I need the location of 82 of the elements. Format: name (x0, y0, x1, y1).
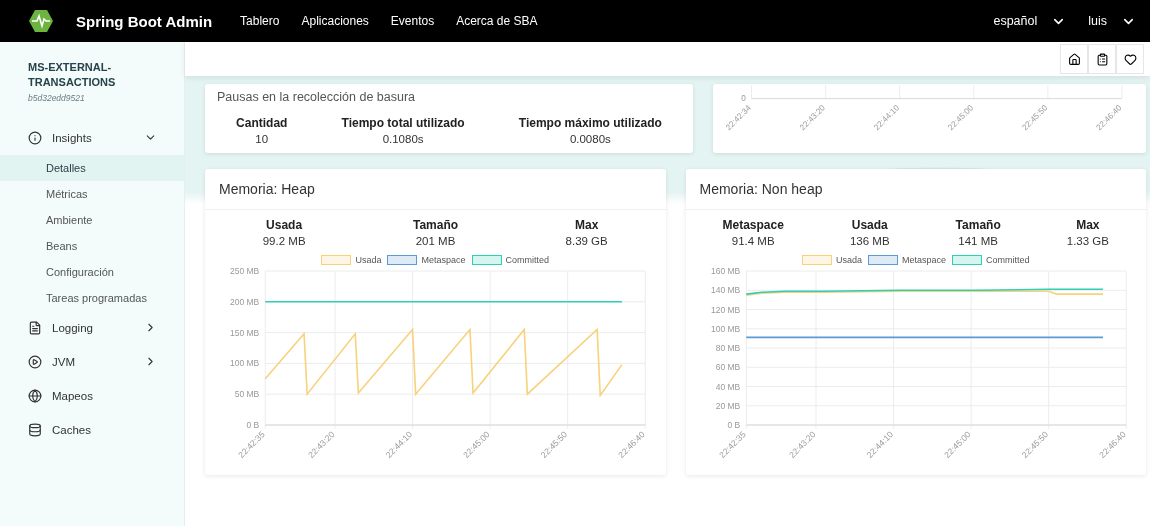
user-dropdown[interactable]: luis (1088, 13, 1136, 29)
clipboard-icon (1095, 52, 1109, 66)
stat-value: 136 MB (849, 235, 890, 247)
axis-label: 140 MB (710, 285, 740, 296)
stat-label: Tiempo total utilizado (341, 116, 465, 130)
legend-swatch (471, 255, 502, 265)
axis-label: 60 MB (715, 362, 740, 373)
stat-value: 99.2 MB (262, 235, 306, 247)
database-icon (28, 422, 42, 437)
legend-label[interactable]: Metaspace (902, 255, 946, 265)
sidebar-item[interactable]: Caches (0, 412, 184, 447)
axis-label: 200 MB (229, 296, 260, 307)
axis-label: 100 MB (710, 323, 740, 334)
legend-label[interactable]: Metaspace (421, 255, 466, 265)
axis-label: 120 MB (710, 304, 740, 315)
card-title: Memoria: Heap (205, 169, 666, 210)
axis-label: 80 MB (715, 343, 740, 353)
stat-value: 201 MB (415, 235, 456, 247)
globe-icon (28, 388, 42, 403)
sidebar-subitem[interactable]: Tareas programadas (0, 284, 184, 311)
stat-value: 0.1080s (382, 133, 424, 145)
stat-label: Tamaño (955, 218, 1001, 232)
sidebar-item[interactable]: JVM (0, 344, 184, 379)
application-name: MS-EXTERNAL-TRANSACTIONS (27, 60, 117, 90)
legend-swatch (321, 255, 352, 265)
stat-value: 8.39 GB (565, 235, 608, 247)
card-title: Memoria: Non heap (685, 169, 1146, 210)
home-button[interactable] (1060, 44, 1088, 74)
stat-label: Max (1076, 218, 1100, 232)
axis-label: 40 MB (715, 381, 740, 392)
language-dropdown[interactable]: español (993, 13, 1067, 29)
stat-value: 1.33 GB (1066, 235, 1109, 247)
info-icon (28, 130, 42, 145)
axis-label: 160 MB (710, 266, 740, 276)
clipboard-button[interactable] (1088, 44, 1116, 74)
instance-id: b5d32edd9521 (27, 91, 86, 105)
axis-label: 50 MB (234, 389, 260, 400)
stat-label: Tamaño (413, 218, 459, 232)
play-icon (28, 354, 42, 369)
legend-label[interactable]: Committed (505, 255, 550, 265)
home-icon (1067, 52, 1081, 66)
axis-label: 0 B (727, 420, 740, 430)
sidebar-subitem[interactable]: Métricas (0, 180, 184, 207)
legend-label[interactable]: Usada (835, 255, 862, 265)
sidebar-subitem[interactable]: Detalles (0, 154, 184, 181)
document-icon (28, 320, 42, 335)
sidebar-item[interactable]: Insights (0, 120, 184, 155)
stat-value: 0.0080s (569, 133, 611, 145)
stat-value: 91.4 MB (731, 235, 775, 247)
legend-swatch (952, 255, 982, 265)
axis-label: 150 MB (229, 327, 260, 338)
stat-value: 141 MB (958, 235, 998, 247)
card-title: Pausas en la recolección de basura (216, 89, 417, 106)
stat-label: Max (574, 218, 599, 232)
legend-label[interactable]: Usada (355, 255, 382, 265)
stat-label: Usada (851, 218, 888, 232)
sidebar-subitem[interactable]: Beans (0, 232, 184, 259)
nav-link[interactable]: Tablero (240, 14, 280, 28)
nav-link[interactable]: Acerca de SBA (456, 14, 538, 28)
sidebar-item[interactable]: Mapeos (0, 378, 184, 413)
stat-label: Metaspace (722, 218, 784, 232)
heart-icon (1123, 52, 1137, 66)
axis-label: 250 MB (229, 266, 260, 276)
axis-label: 20 MB (715, 400, 740, 411)
sidebar-item[interactable]: Logging (0, 310, 184, 345)
sidebar-subitem[interactable]: Configuración (0, 258, 184, 285)
stat-label: Cantidad (236, 116, 288, 130)
legend-swatch (868, 255, 898, 265)
logo-icon (28, 9, 54, 33)
nav-link[interactable]: Eventos (390, 14, 435, 28)
axis-label: 0 B (246, 420, 260, 430)
stat-label: Tiempo máximo utilizado (518, 116, 662, 130)
heart-button[interactable] (1116, 44, 1144, 74)
stat-label: Usada (266, 218, 303, 232)
nav-link[interactable]: Aplicaciones (301, 14, 369, 28)
stat-value: 10 (255, 133, 269, 145)
legend-swatch (801, 255, 832, 265)
sidebar-subitem[interactable]: Ambiente (0, 206, 184, 233)
legend-label[interactable]: Committed (986, 255, 1030, 265)
legend-swatch (387, 255, 418, 265)
app-brand[interactable]: Spring Boot Admin (76, 12, 213, 30)
axis-label: 100 MB (229, 358, 260, 369)
